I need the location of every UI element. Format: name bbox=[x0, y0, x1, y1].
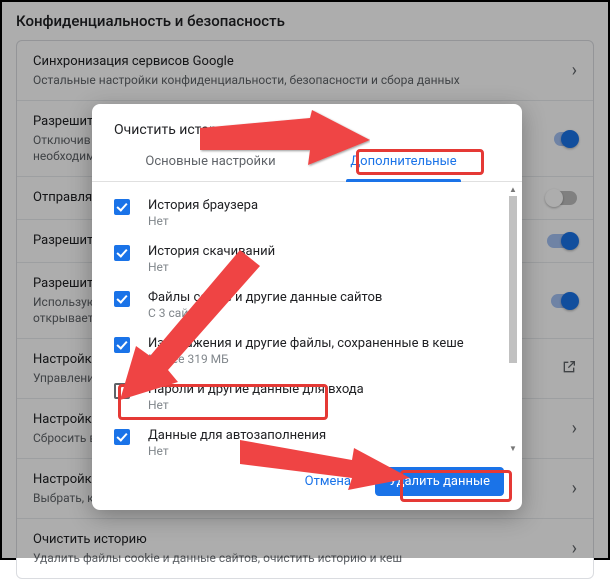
option-title: История браузера bbox=[148, 197, 258, 214]
clear-option[interactable]: Изображения и другие файлы, сохраненные … bbox=[114, 328, 504, 374]
option-subtitle: Менее 319 МБ bbox=[148, 352, 464, 367]
option-title: История скачиваний bbox=[148, 243, 275, 260]
clear-option[interactable]: История скачиванийНет bbox=[114, 236, 504, 282]
option-subtitle: Нет bbox=[148, 444, 326, 455]
option-title: Файлы cookie и другие данные сайтов bbox=[148, 289, 382, 306]
clear-option[interactable]: Файлы cookie и другие данные сайтовС 3 с… bbox=[114, 282, 504, 328]
checkbox[interactable] bbox=[114, 291, 130, 307]
clear-history-dialog: Очистить историю Основные настройки Допо… bbox=[92, 104, 522, 510]
dialog-title: Очистить историю bbox=[114, 122, 500, 138]
option-subtitle: Нет bbox=[148, 214, 258, 229]
confirm-button[interactable]: Удалить данные bbox=[375, 467, 504, 496]
clear-option[interactable]: Пароли и другие данные для входаНет bbox=[114, 374, 504, 420]
option-title: Данные для автозаполнения bbox=[148, 427, 326, 444]
cancel-button[interactable]: Отмена bbox=[291, 467, 365, 496]
option-subtitle: С 3 сайтов bbox=[148, 306, 382, 321]
option-title: Изображения и другие файлы, сохраненные … bbox=[148, 335, 464, 352]
clear-option[interactable]: История браузераНет bbox=[114, 190, 504, 236]
dialog-scrollbar[interactable]: ▲ ▼ bbox=[506, 182, 520, 455]
option-subtitle: Нет bbox=[148, 398, 364, 413]
tab-advanced[interactable]: Дополнительные bbox=[307, 144, 500, 181]
option-subtitle: Нет bbox=[148, 260, 275, 275]
checkbox[interactable] bbox=[114, 429, 130, 445]
checkbox[interactable] bbox=[114, 383, 130, 399]
checkbox[interactable] bbox=[114, 337, 130, 353]
option-title: Пароли и другие данные для входа bbox=[148, 381, 364, 398]
clear-option[interactable]: Данные для автозаполненияНет bbox=[114, 420, 504, 455]
checkbox[interactable] bbox=[114, 245, 130, 261]
tab-basic[interactable]: Основные настройки bbox=[114, 144, 307, 181]
checkbox[interactable] bbox=[114, 199, 130, 215]
